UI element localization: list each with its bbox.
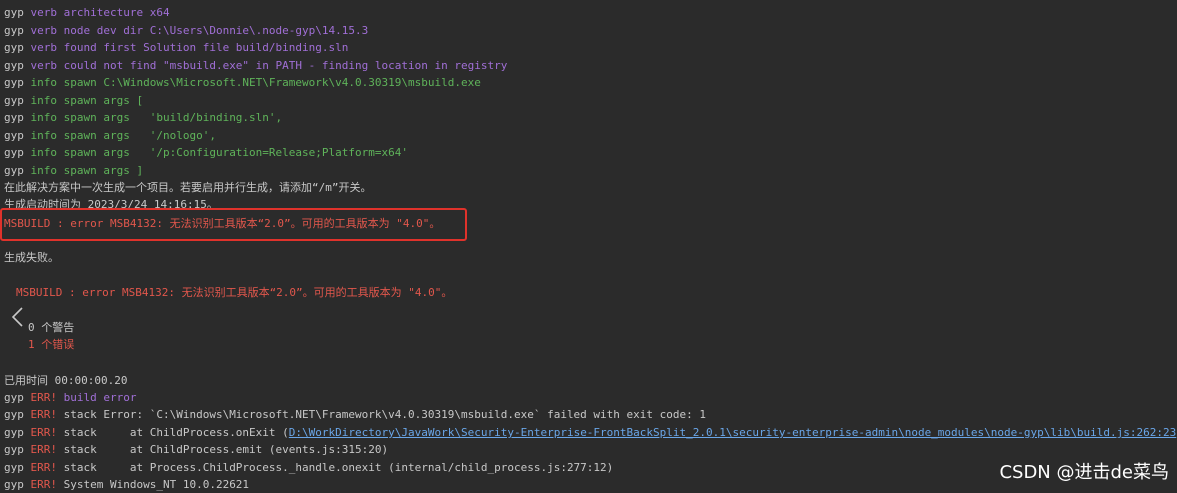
err-line: gyp ERR! stack at ChildProcess.onExit (D… <box>4 426 1177 439</box>
msbuild-error-summary: MSBUILD : error MSB4132: 无法识别工具版本“2.0”。可… <box>16 286 453 299</box>
log-line: gyp verb node dev dir C:\Users\Donnie\.n… <box>4 24 369 37</box>
err-line: gyp ERR! stack at Process.ChildProcess._… <box>4 461 614 474</box>
watermark: CSDN @进击de菜鸟 <box>999 462 1169 483</box>
log-line: gyp verb found first Solution file build… <box>4 41 349 54</box>
warning-count: 0 个警告 <box>28 321 75 334</box>
log-line: gyp info spawn args 'build/binding.sln', <box>4 111 283 124</box>
log-line: gyp verb architecture x64 <box>4 6 170 19</box>
log-line: gyp info spawn args ] <box>4 164 144 177</box>
terminal-output: gyp verb architecture x64 gyp verb node … <box>0 0 1177 493</box>
log-line: gyp info spawn args '/p:Configuration=Re… <box>4 146 408 159</box>
log-line: gyp info spawn C:\Windows\Microsoft.NET\… <box>4 76 481 89</box>
log-line: gyp info spawn args [ <box>4 94 144 107</box>
chevron-left-icon[interactable] <box>10 306 26 328</box>
err-line: gyp ERR! System Windows_NT 10.0.22621 <box>4 478 250 491</box>
err-line: gyp ERR! stack at ChildProcess.emit (eve… <box>4 443 389 456</box>
error-count: 1 个错误 <box>28 338 75 351</box>
log-line: gyp verb could not find "msbuild.exe" in… <box>4 59 508 72</box>
err-line: gyp ERR! build error <box>4 391 137 404</box>
log-line: gyp info spawn args '/nologo', <box>4 129 216 142</box>
elapsed-time: 已用时间 00:00:00.20 <box>4 374 128 387</box>
err-line: gyp ERR! stack Error: `C:\Windows\Micros… <box>4 408 707 421</box>
msbuild-error: MSBUILD : error MSB4132: 无法识别工具版本“2.0”。可… <box>4 217 441 230</box>
build-failed-message: 生成失败。 <box>4 251 59 264</box>
source-file-link[interactable]: D:\WorkDirectory\JavaWork\Security-Enter… <box>289 426 1176 439</box>
parallel-build-message: 在此解决方案中一次生成一个项目。若要启用并行生成，请添加“/m”开关。 <box>4 181 372 194</box>
